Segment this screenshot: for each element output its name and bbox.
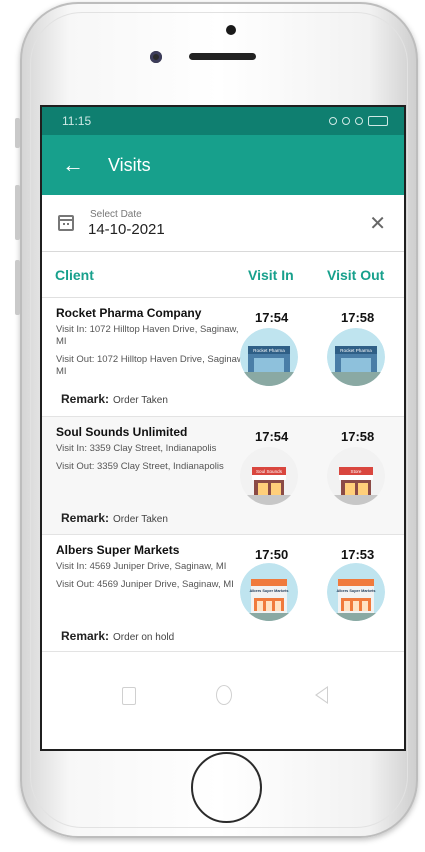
shop-sign: Albers Super Markets — [336, 589, 375, 593]
date-value[interactable]: 14-10-2021 — [88, 221, 165, 238]
front-camera — [150, 51, 162, 63]
volume-down-button — [15, 260, 20, 315]
remark-label: Remark: — [61, 629, 110, 643]
visit-out-address: Visit Out: 3359 Clay Street, Indianapoli… — [56, 461, 224, 472]
sync-icon — [342, 117, 350, 125]
client-info: Soul Sounds Unlimited Visit In: 3359 Cla… — [56, 425, 246, 479]
shop-sign: Rocket Pharma — [253, 348, 285, 353]
visit-out-address: Visit Out: 1072 Hilltop Haven Drive, Sag… — [56, 354, 246, 377]
remark-value: Order on hold — [113, 632, 175, 643]
table-header: Client Visit In Visit Out — [42, 252, 404, 298]
remark: Remark: Order Taken — [61, 511, 168, 525]
visit-out-photo[interactable]: Store — [327, 447, 385, 505]
header-visit-in: Visit In — [248, 266, 294, 283]
remark-label: Remark: — [61, 392, 110, 406]
visit-out-time: 17:58 — [341, 310, 375, 325]
remark: Remark: Order on hold — [61, 629, 174, 643]
client-name: Soul Sounds Unlimited — [56, 425, 188, 439]
visit-row[interactable]: Soul Sounds Unlimited Visit In: 3359 Cla… — [42, 417, 404, 535]
remark-value: Order Taken — [113, 395, 168, 406]
shop-sign: Soul Sounds — [256, 469, 283, 474]
visit-in-time: 17:50 — [255, 547, 289, 562]
visit-out-time: 17:53 — [341, 547, 375, 562]
close-icon[interactable]: ✕ — [369, 211, 386, 236]
arrow-back-icon[interactable]: ← — [62, 154, 84, 176]
client-info: Rocket Pharma Company Visit In: 1072 Hil… — [56, 306, 246, 384]
status-time: 11:15 — [62, 114, 92, 128]
visit-in-photo[interactable]: Soul Sounds — [240, 447, 298, 505]
volume-up-button — [15, 185, 20, 240]
recent-apps-icon[interactable] — [122, 687, 136, 705]
shop-sign: Store — [351, 469, 362, 474]
visit-out-address: Visit Out: 4569 Juniper Drive, Saginaw, … — [56, 579, 234, 590]
client-name: Rocket Pharma Company — [56, 306, 202, 320]
home-icon[interactable] — [216, 685, 232, 705]
earpiece-speaker — [189, 53, 256, 60]
visit-in-address: Visit In: 4569 Juniper Drive, Saginaw, M… — [56, 561, 227, 572]
remark-label: Remark: — [61, 511, 110, 525]
date-filter[interactable]: Select Date 14-10-2021 ✕ — [42, 195, 404, 252]
visit-in-photo[interactable]: Rocket Pharma — [240, 328, 298, 386]
date-field[interactable]: Select Date 14-10-2021 — [88, 209, 165, 238]
mute-switch — [15, 118, 20, 148]
location-icon — [329, 117, 337, 125]
visit-row[interactable]: Rocket Pharma Company Visit In: 1072 Hil… — [42, 298, 404, 417]
battery-icon — [368, 116, 388, 126]
visit-out-photo[interactable]: Rocket Pharma — [327, 328, 385, 386]
calendar-icon[interactable] — [58, 215, 74, 231]
visit-in-time: 17:54 — [255, 310, 289, 325]
app-bar: ← Visits — [42, 135, 404, 195]
home-button[interactable] — [191, 752, 262, 823]
visit-in-time: 17:54 — [255, 429, 289, 444]
remark-value: Order Taken — [113, 514, 168, 525]
client-name: Albers Super Markets — [56, 543, 180, 557]
status-bar: 11:15 — [42, 107, 404, 135]
shop-sign: Albers Super Markets — [249, 589, 288, 593]
proximity-sensor — [226, 25, 236, 35]
alarm-icon — [355, 117, 363, 125]
visit-row[interactable]: Albers Super Markets Visit In: 4569 Juni… — [42, 535, 404, 652]
visit-out-time: 17:58 — [341, 429, 375, 444]
header-client: Client — [55, 266, 94, 283]
page-title: Visits — [108, 154, 151, 175]
remark: Remark: Order Taken — [61, 392, 168, 406]
date-label: Select Date — [90, 208, 142, 220]
visit-out-photo[interactable]: Albers Super Markets — [327, 563, 385, 621]
visit-in-address: Visit In: 3359 Clay Street, Indianapolis — [56, 443, 217, 454]
status-icons — [329, 116, 388, 126]
visit-in-address: Visit In: 1072 Hilltop Haven Drive, Sagi… — [56, 324, 239, 347]
shop-sign: Rocket Pharma — [340, 348, 372, 353]
android-nav-bar — [42, 654, 404, 749]
client-info: Albers Super Markets Visit In: 4569 Juni… — [56, 543, 246, 597]
visit-in-photo[interactable]: Albers Super Markets — [240, 563, 298, 621]
header-visit-out: Visit Out — [327, 266, 385, 283]
back-icon[interactable] — [315, 686, 328, 704]
app-screen: 11:15 ← Visits Select Date 14-10-2021 ✕ … — [40, 105, 406, 751]
